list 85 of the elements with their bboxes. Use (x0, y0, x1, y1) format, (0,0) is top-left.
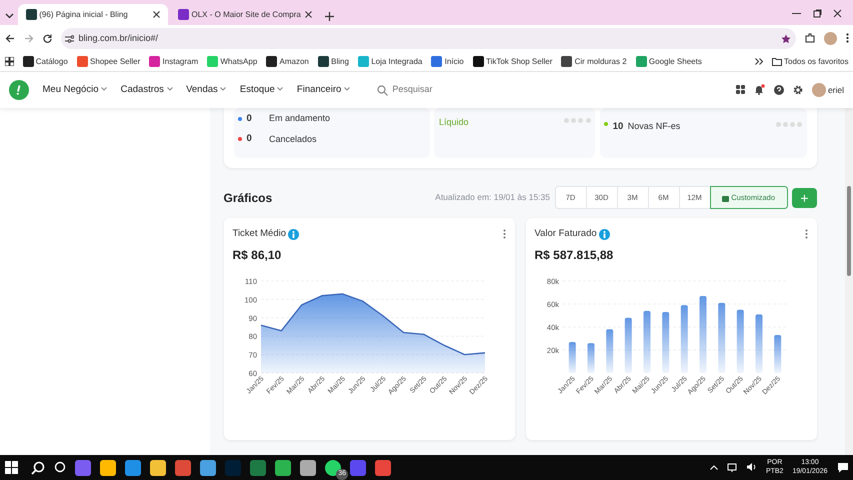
more-bookmarks-icon[interactable] (754, 58, 763, 65)
apps-grid-icon[interactable] (736, 83, 745, 97)
calendar-icon (722, 194, 729, 202)
chart-bar (736, 310, 744, 373)
settings-icon[interactable] (792, 83, 803, 97)
bookmark-link[interactable]: Shopee Seller (76, 56, 140, 68)
reload-icon[interactable] (42, 32, 52, 46)
bookmark-link[interactable]: Cir molduras 2 (561, 56, 627, 68)
chart-title: Ticket Médio (232, 227, 286, 242)
apps-icon[interactable] (4, 56, 14, 68)
close-tab-icon[interactable] (305, 11, 312, 18)
invoice-count: 10 (612, 120, 624, 134)
more-options-icon[interactable] (804, 228, 808, 242)
bookmark-link[interactable]: Bling (318, 56, 349, 68)
chart-title: Valor Faturado (534, 227, 597, 242)
bookmark-link[interactable]: Loja Integrada (358, 56, 422, 68)
chart-bar (662, 312, 669, 373)
chart-bar (680, 305, 688, 373)
folder-icon (772, 58, 782, 66)
bookmark-link[interactable]: Instagram (149, 56, 198, 68)
taskbar-app-icon[interactable] (200, 460, 216, 476)
net-label: Líquido (438, 116, 469, 129)
order-count: 0 (246, 112, 253, 126)
browser-tab[interactable]: OLX - O Maior Site de Compra (170, 4, 320, 25)
section-title: Gráficos (224, 190, 272, 207)
notification-bell-icon[interactable] (754, 83, 765, 97)
browser-tab[interactable]: (96) Página inicial - Bling (18, 4, 168, 25)
chart-bar (718, 302, 725, 373)
user-name[interactable]: eriel (828, 84, 844, 96)
chart-bar (568, 342, 576, 373)
taskbar-app-icon[interactable] (175, 460, 191, 476)
caret-icon (101, 87, 108, 92)
bookmark-link[interactable]: Google Sheets (636, 56, 702, 68)
extensions-icon[interactable] (804, 32, 814, 46)
chart-bar (587, 343, 594, 373)
nav-menu-item[interactable]: Meu Negócio (42, 82, 108, 98)
taskbar-app-icon[interactable] (300, 460, 316, 476)
info-icon[interactable] (288, 228, 300, 240)
info-icon[interactable] (598, 228, 610, 240)
caret-icon (344, 87, 350, 92)
search-field[interactable]: Pesquisar (392, 83, 672, 97)
order-status-label: Em andamento (269, 112, 330, 126)
chart-bar (643, 310, 650, 373)
chart-bar (624, 318, 632, 373)
bookmark-link[interactable]: Início (431, 56, 464, 68)
start-icon[interactable] (4, 460, 18, 474)
order-status-label: Cancelados (269, 132, 317, 146)
scrollbar-thumb[interactable] (847, 186, 851, 276)
taskbar-app-icon[interactable] (125, 460, 141, 476)
bookmark-link[interactable]: TikTok Shop Seller (472, 56, 552, 68)
chart-bar (606, 329, 613, 373)
nav-menu-item[interactable]: Vendas (186, 82, 226, 98)
taskbar-app-icon[interactable] (100, 460, 116, 476)
chart-value: R$ 587.815,88 (534, 248, 614, 262)
nav-menu-item[interactable]: Estoque (240, 82, 284, 98)
loading-dots-icon (564, 118, 591, 124)
order-count: 0 (246, 132, 253, 146)
all-bookmarks-link[interactable]: Todos os favoritos (772, 56, 848, 68)
tray-chevron-icon[interactable] (710, 465, 718, 470)
logo-icon[interactable] (9, 80, 29, 100)
updated-text: Atualizado em: 19/01 às 15:35 (435, 191, 550, 204)
help-icon[interactable] (774, 83, 784, 97)
caret-icon (166, 87, 173, 92)
caret-icon (220, 87, 226, 92)
taskbar-app-icon[interactable] (275, 460, 291, 476)
chart-bar (774, 335, 781, 373)
nav-menu-item[interactable]: Cadastros (120, 82, 173, 98)
bookmark-link[interactable]: Amazon (266, 56, 309, 68)
nav-menu-item[interactable]: Financeiro (296, 82, 350, 98)
caret-icon (277, 87, 284, 92)
chart-bar (755, 314, 762, 373)
bookmark-link[interactable]: WhatsApp (207, 56, 258, 68)
taskbar-app-icon[interactable] (375, 460, 391, 476)
taskbar-app-icon[interactable] (150, 460, 166, 476)
loading-dots-icon (776, 122, 802, 128)
more-options-icon[interactable] (502, 228, 506, 242)
chart-value: R$ 86,10 (232, 248, 282, 262)
close-tab-icon[interactable] (153, 11, 160, 18)
notifications-icon[interactable] (836, 460, 848, 474)
task-view-icon[interactable] (54, 460, 66, 474)
invoice-label: Novas NF-es (628, 120, 680, 133)
menu-icon[interactable] (846, 32, 848, 46)
search-icon[interactable] (31, 460, 45, 474)
bookmark-link[interactable]: Catálogo (22, 56, 68, 68)
address-bar[interactable]: bling.com.br/inicio#/ (60, 28, 796, 49)
